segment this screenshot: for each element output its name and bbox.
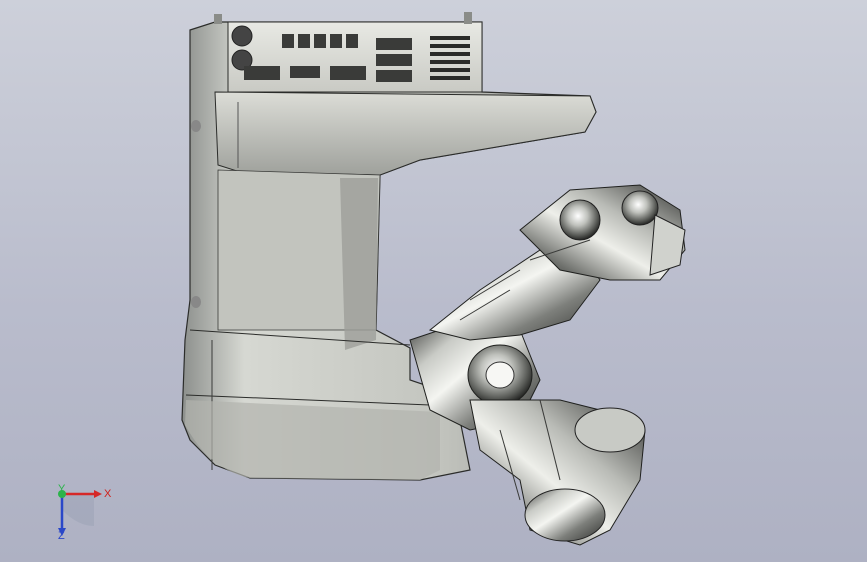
graphics-viewport[interactable]: X Y Z [0, 0, 867, 562]
x-axis-label: X [104, 488, 112, 500]
y-axis-label: Y [58, 483, 66, 495]
robot-model[interactable] [0, 0, 867, 562]
z-axis-label: Z [58, 530, 65, 542]
